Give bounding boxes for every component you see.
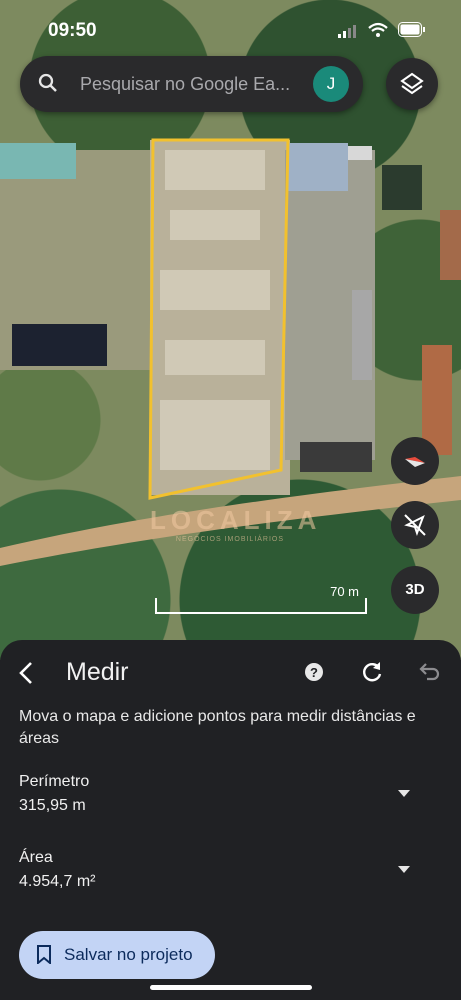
perimeter-value: 315,95 m bbox=[19, 797, 86, 814]
building-roof bbox=[0, 143, 76, 179]
layers-icon bbox=[400, 72, 424, 95]
search-input[interactable]: Pesquisar no Google Ea... bbox=[80, 74, 290, 95]
measure-panel: Medir ? Mova o mapa e adicione pontos pa… bbox=[0, 640, 461, 1000]
measure-instructions: Mova o mapa e adicione pontos para medir… bbox=[19, 708, 416, 747]
layers-button[interactable] bbox=[386, 58, 438, 110]
undo-icon[interactable] bbox=[416, 661, 440, 683]
refresh-icon[interactable] bbox=[360, 660, 384, 684]
area-label: Área bbox=[19, 849, 53, 866]
perimeter-dropdown-icon[interactable] bbox=[398, 790, 410, 797]
scale-bar: 70 m bbox=[155, 584, 367, 614]
save-button-label: Salvar no projeto bbox=[64, 945, 193, 964]
wifi-icon bbox=[368, 22, 388, 37]
status-time: 09:50 bbox=[48, 20, 97, 41]
compass-icon bbox=[405, 457, 425, 467]
avatar[interactable]: J bbox=[313, 66, 349, 102]
svg-text:?: ? bbox=[310, 665, 318, 680]
area-value: 4.954,7 m² bbox=[19, 873, 96, 890]
location-off-icon bbox=[404, 514, 426, 536]
location-button[interactable] bbox=[391, 501, 439, 549]
watermark-brand: LOCALIZA bbox=[150, 505, 322, 535]
help-icon[interactable]: ? bbox=[304, 662, 324, 682]
scale-label: 70 m bbox=[330, 584, 359, 599]
search-bar[interactable]: Pesquisar no Google Ea... J bbox=[20, 56, 363, 112]
perimeter-label: Perímetro bbox=[19, 773, 90, 790]
building-roof bbox=[288, 143, 348, 191]
signal-icon bbox=[338, 25, 356, 38]
watermark-tagline: NEGÓCIOS IMOBILIÁRIOS bbox=[175, 536, 285, 543]
search-icon bbox=[38, 73, 57, 92]
battery-icon bbox=[398, 22, 425, 37]
building-roof bbox=[12, 324, 107, 366]
bookmark-icon bbox=[37, 945, 51, 964]
watermark: LOCALIZA NEGÓCIOS IMOBILIÁRIOS bbox=[150, 505, 322, 543]
home-indicator bbox=[150, 985, 312, 990]
area-dropdown-icon[interactable] bbox=[398, 866, 410, 873]
save-to-project-button[interactable]: Salvar no projeto bbox=[19, 931, 215, 979]
compass-button[interactable] bbox=[391, 437, 439, 485]
3d-toggle-button[interactable]: 3D bbox=[391, 566, 439, 614]
back-icon[interactable] bbox=[17, 660, 37, 686]
status-bar: 09:50 bbox=[0, 18, 461, 46]
building-roof bbox=[300, 442, 372, 472]
panel-title: Medir bbox=[66, 658, 129, 686]
